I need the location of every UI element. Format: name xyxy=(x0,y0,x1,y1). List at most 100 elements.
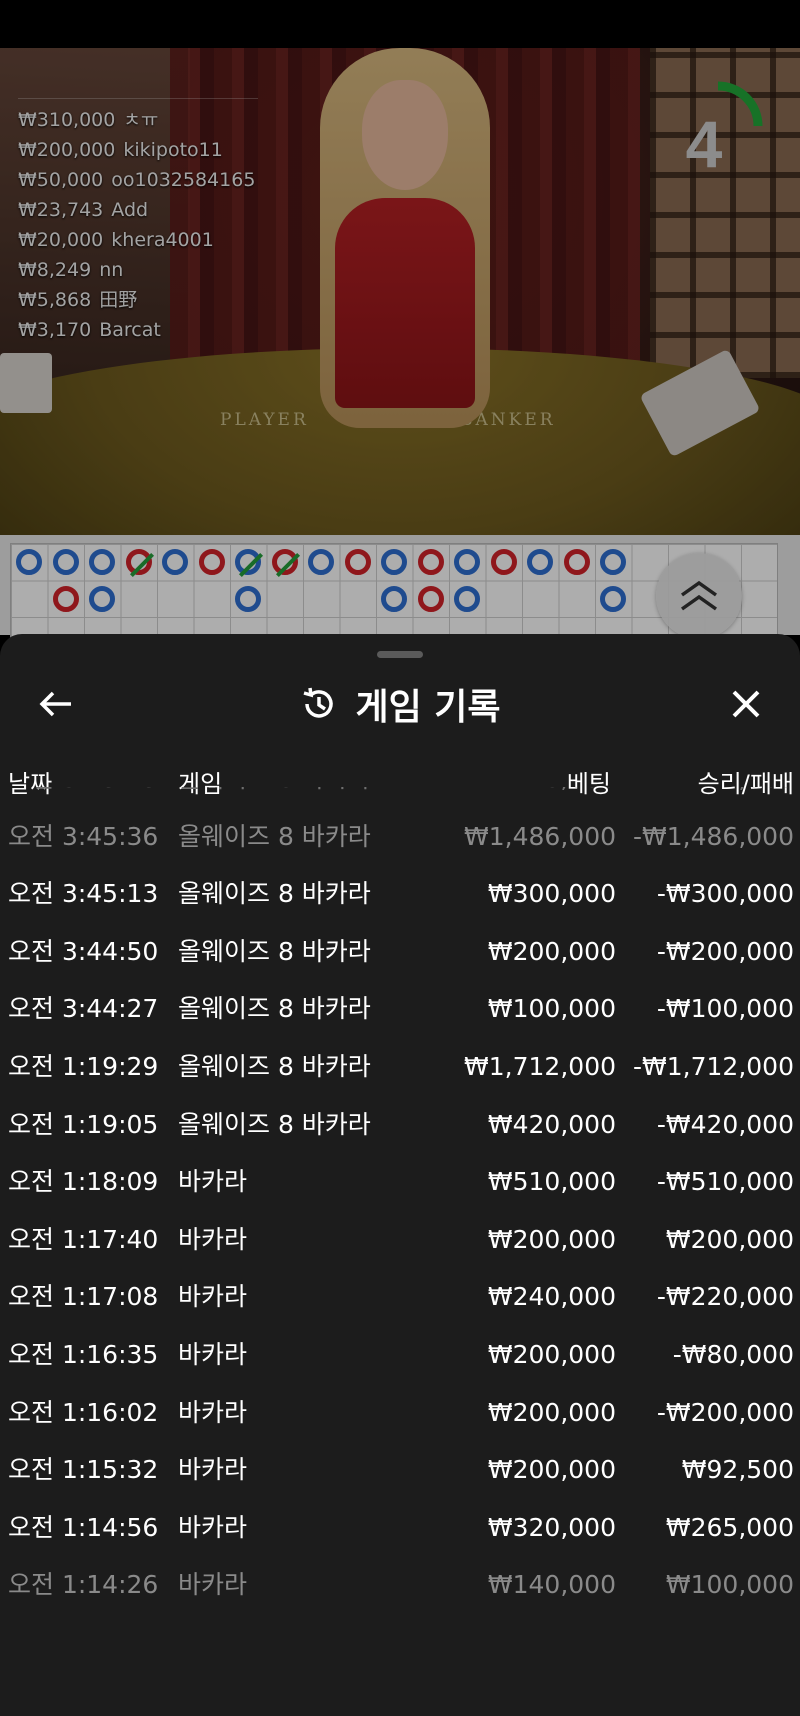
row-result: ₩200,000 xyxy=(665,1224,794,1254)
row-date: 오전 1:17:08 xyxy=(8,1282,159,1312)
banker-bead xyxy=(52,585,79,612)
bet-username: ㅊㅠ xyxy=(123,109,159,131)
arrow-left-icon xyxy=(39,691,71,717)
row-date: 오전 1:19:29 xyxy=(8,1052,159,1081)
player-bead xyxy=(89,585,115,612)
history-row[interactable]: 오전 1:19:29 올웨이즈 8 바카라 ₩1,712,000 -₩1,712,00… xyxy=(0,1038,800,1095)
banker-bead xyxy=(417,585,444,612)
history-row[interactable]: 오전 1:19:05 올웨이즈 8 바카라 ₩420,000 -₩420,000 xyxy=(0,1096,800,1153)
row-date: 오전 3:44:50 xyxy=(8,936,159,966)
row-bet: ₩300,000 xyxy=(487,879,616,909)
row-game: 올웨이즈 8 바카라 xyxy=(178,1109,371,1139)
player-bead xyxy=(600,585,626,612)
row-date: 오전 1:18:09 xyxy=(8,1167,159,1197)
row-bet: ₩200,000 xyxy=(487,1455,616,1485)
row-result: -₩80,000 xyxy=(672,1340,794,1369)
row-bet: ₩510,000 xyxy=(487,1167,616,1197)
row-game: 바카라 xyxy=(178,1340,248,1369)
bet-username: kikipoto11 xyxy=(123,139,223,161)
close-icon xyxy=(732,690,760,718)
row-date: 오전 1:14:26 xyxy=(8,1570,159,1600)
player-bead xyxy=(235,585,261,612)
history-row[interactable]: 오전 3:44:27 올웨이즈 8 바카라 ₩100,000 -₩100,000 xyxy=(0,980,800,1037)
bet-username: khera4001 xyxy=(111,229,214,251)
row-result: -₩1,712,000 xyxy=(633,1052,794,1081)
bet-entry: ₩310,000 ㅊㅠ xyxy=(18,105,258,135)
row-game: 바카라 xyxy=(178,1455,248,1485)
row-bet: ₩200,000 xyxy=(487,1340,616,1369)
drag-handle[interactable] xyxy=(377,651,423,658)
row-bet: ₩140,000 xyxy=(487,1570,616,1600)
card-stack xyxy=(0,353,52,413)
sheet-header: 게임 기록 xyxy=(0,664,800,744)
collapse-roadmap-button[interactable] xyxy=(656,553,742,639)
history-row[interactable]: 오전 1:14:26 바카라 ₩140,000 ₩100,000 xyxy=(0,1556,800,1607)
bet-entry: ₩23,743 Add xyxy=(18,195,258,225)
history-row[interactable]: 오전 1:17:40 바카라 ₩200,000 ₩200,000 xyxy=(0,1211,800,1268)
close-button[interactable] xyxy=(722,680,770,728)
player-bead xyxy=(235,549,264,578)
bet-entry: ₩20,000 khera4001 xyxy=(18,225,258,255)
history-row[interactable]: 오전 1:17:08 바카라 ₩240,000 -₩220,000 xyxy=(0,1268,800,1325)
history-row[interactable]: 오전 1:16:35 바카라 ₩200,000 -₩80,000 xyxy=(0,1326,800,1383)
row-bet: ₩200,000 xyxy=(487,936,616,966)
player-bead xyxy=(52,549,79,575)
history-row[interactable]: 오전 3:44:50 올웨이즈 8 바카라 ₩200,000 -₩200,000 xyxy=(0,923,800,980)
history-row[interactable]: 오전 3:45:36 올웨이즈 8 바카라 ₩1,486,000 -₩1,486,00… xyxy=(0,808,800,865)
row-game: 올웨이즈 8 바카라 xyxy=(178,1052,371,1081)
row-game: 바카라 xyxy=(178,1282,248,1312)
history-table[interactable]: 오전 3:49:19올웨이즈 8 바카라₩28,000₩17,360오전 3:4… xyxy=(0,787,800,1607)
row-game: 바카라 xyxy=(178,1397,248,1427)
row-date: 오전 1:16:02 xyxy=(8,1397,159,1427)
row-bet: ₩240,000 xyxy=(487,1282,616,1312)
player-bead xyxy=(600,549,626,575)
row-bet: ₩1,486,000 xyxy=(464,821,616,851)
row-result: -₩100,000 xyxy=(656,994,794,1024)
history-row[interactable]: 오전 1:14:56 바카라 ₩320,000 ₩265,000 xyxy=(0,1499,800,1556)
bet-username: Barcat xyxy=(99,319,161,341)
tie-mark xyxy=(238,552,264,578)
player-area-label: PLAYER xyxy=(220,410,309,430)
row-date: 오전 1:17:40 xyxy=(8,1224,159,1254)
dealer xyxy=(300,48,510,448)
banker-bead xyxy=(344,549,371,575)
row-result: -₩510,000 xyxy=(656,1167,794,1197)
row-result: -₩420,000 xyxy=(656,1109,794,1139)
game-history-sheet: 게임 기록 날짜 게임 베팅 승리/패배 오전 3:49:19올웨이즈 8 바카… xyxy=(0,634,800,1716)
row-game: 바카라 xyxy=(178,1512,248,1542)
player-bead xyxy=(381,549,407,575)
back-button[interactable] xyxy=(32,684,80,724)
sheet-title-group: 게임 기록 xyxy=(0,664,800,744)
history-row[interactable]: 오전 3:49:19 올웨이즈 8 바카라 ₩28,000 ₩17,360 xyxy=(0,787,800,807)
row-result: -₩300,000 xyxy=(656,879,794,909)
player-bead xyxy=(162,549,188,575)
banker-bead xyxy=(417,549,444,575)
player-bead xyxy=(454,585,480,612)
player-bead xyxy=(381,585,407,612)
countdown-timer: 4 xyxy=(685,107,723,181)
row-bet: ₩200,000 xyxy=(487,1224,616,1254)
row-date: 오전 3:49:19 xyxy=(8,787,158,807)
player-bead xyxy=(308,549,334,575)
row-date: 오전 3:45:36 xyxy=(8,821,159,851)
row-game: 올웨이즈 8 바카라 xyxy=(178,994,371,1024)
row-result: -₩200,000 xyxy=(656,936,794,966)
bet-username: oo1032584165 xyxy=(111,169,256,191)
history-row[interactable]: 오전 3:45:13 올웨이즈 8 바카라 ₩300,000 -₩300,000 xyxy=(0,865,800,922)
row-game: 바카라 xyxy=(178,1224,248,1254)
banker-bead xyxy=(198,549,225,575)
player-bead xyxy=(16,549,42,575)
player-bead xyxy=(454,549,480,575)
banker-bead xyxy=(125,549,154,578)
row-result: -₩220,000 xyxy=(656,1282,794,1312)
history-row[interactable]: 오전 1:15:32 바카라 ₩200,000 ₩92,500 xyxy=(0,1441,800,1498)
row-result: -₩1,486,000 xyxy=(633,821,794,851)
bet-username: nn xyxy=(99,259,124,281)
bet-amount: ₩23,743 xyxy=(18,199,104,221)
bet-entry: ₩50,000 oo1032584165 xyxy=(18,165,258,195)
bet-entry: ₩3,170 Barcat xyxy=(18,315,258,345)
history-row[interactable]: 오전 1:18:09 바카라 ₩510,000 -₩510,000 xyxy=(0,1153,800,1210)
bet-entry: ₩200,000 kikipoto11 xyxy=(18,135,258,165)
history-row[interactable]: 오전 1:16:02 바카라 ₩200,000 -₩200,000 xyxy=(0,1384,800,1441)
live-video: PLAYER BANKER ₩310,000 ㅊㅠ ₩200,000 kikipoto… xyxy=(0,48,800,535)
